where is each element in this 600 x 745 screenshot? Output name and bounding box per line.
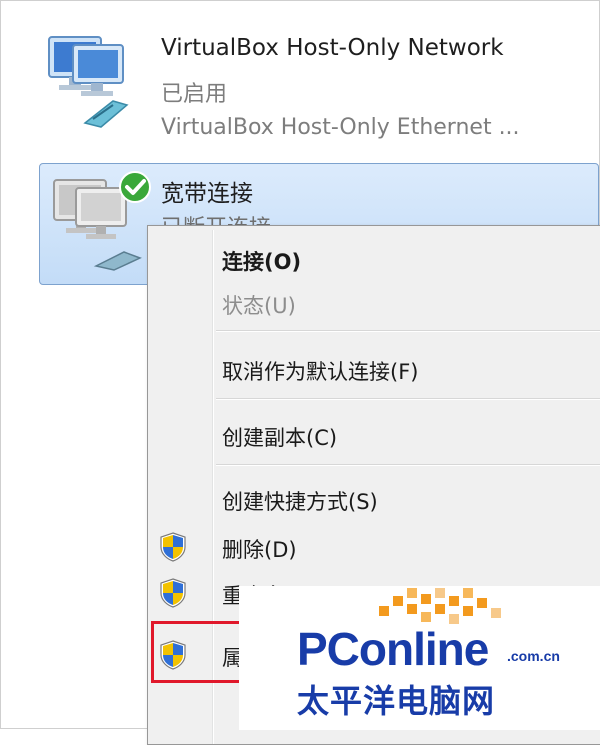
window-frame: VirtualBox Host-Only Network 已启用 Virtual…	[0, 0, 600, 745]
menu-separator	[216, 464, 600, 466]
menu-item-label: 取消作为默认连接(F)	[222, 360, 419, 384]
network-adapter-icon	[43, 31, 143, 135]
check-badge-icon	[118, 170, 152, 208]
menu-item-label: 创建副本(C)	[222, 426, 338, 450]
menu-item-label: 删除(D)	[222, 538, 297, 562]
adapter-status: 已启用	[161, 82, 228, 107]
menu-item-create-shortcut[interactable]: 创建快捷方式(S)	[152, 476, 600, 522]
pconline-watermark: PConline .com.cn 太平洋电脑网	[239, 586, 600, 730]
menu-item-connect[interactable]: 连接(O)	[152, 236, 600, 282]
menu-separator	[216, 330, 600, 332]
adapter-name: 宽带连接	[161, 181, 253, 207]
menu-item-status[interactable]: 状态(U)	[152, 280, 600, 326]
adapter-device: VirtualBox Host-Only Ethernet ...	[161, 115, 520, 140]
uac-shield-icon	[158, 577, 188, 613]
menu-item-label: 连接(O)	[222, 250, 302, 274]
menu-item-delete[interactable]: 删除(D)	[152, 524, 600, 570]
menu-item-create-copy[interactable]: 创建副本(C)	[152, 412, 600, 458]
brand-chinese-name: 太平洋电脑网	[297, 682, 496, 720]
adapter-virtualbox[interactable]: VirtualBox Host-Only Network 已启用 Virtual…	[1, 1, 600, 161]
adapter-name: VirtualBox Host-Only Network	[161, 35, 504, 61]
menu-item-unset-default[interactable]: 取消作为默认连接(F)	[152, 346, 600, 392]
menu-item-label: 状态(U)	[222, 294, 296, 318]
uac-shield-icon	[158, 531, 188, 567]
brand-name: PConline	[297, 623, 489, 675]
brand-domain: .com.cn	[507, 648, 560, 664]
menu-item-label: 创建快捷方式(S)	[222, 490, 378, 514]
menu-separator	[216, 398, 600, 400]
